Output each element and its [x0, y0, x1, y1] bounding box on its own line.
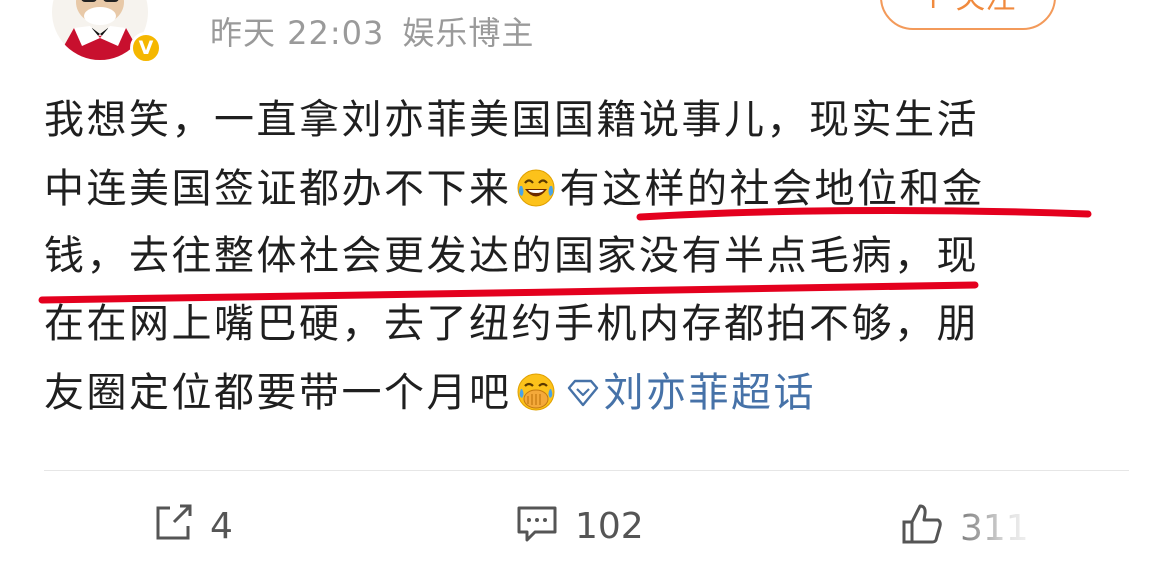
- post-source[interactable]: 娱乐博主: [402, 14, 534, 52]
- post-line-3: 钱，去往整体社会更发达的国家没有半点毛病，现: [44, 233, 979, 279]
- post-text: 我想笑，一直拿刘亦菲美国国籍说事儿，现实生活 中连美国签证都办不下来 有这样的社…: [44, 100, 1144, 440]
- post-meta: 昨天 22:03 娱乐博主: [210, 8, 534, 54]
- comment-button[interactable]: 102: [515, 502, 644, 548]
- post-line-5-text: 友圈定位都要带一个月吧: [44, 370, 512, 416]
- post-line-2: 中连美国签证都办不下来 有这样的社会地位和金: [44, 168, 1144, 236]
- verified-badge-icon: V: [130, 32, 162, 64]
- thumbs-up-icon: [902, 504, 942, 544]
- share-count: 4: [210, 506, 233, 547]
- post-line-2-end: 有这样的社会地位和金: [559, 166, 985, 212]
- watermark-overlay: [940, 498, 1060, 554]
- post-line-1: 我想笑，一直拿刘亦菲美国国籍说事儿，现实生活: [44, 97, 979, 143]
- follow-button[interactable]: + 关注: [880, 0, 1056, 30]
- post-line-2-start: 中连美国签证都办不下来: [44, 166, 512, 212]
- footer-divider: [44, 470, 1129, 471]
- laughing-crying-emoji: [517, 169, 554, 207]
- covering-mouth-emoji: [517, 373, 554, 411]
- topic-link[interactable]: 刘亦菲超话: [560, 370, 817, 416]
- post-line-5: 友圈定位都要带一个月吧 刘亦菲超话: [44, 372, 1144, 440]
- post-time: 昨天 22:03: [210, 14, 385, 52]
- share-icon: [156, 504, 192, 540]
- comment-icon: [517, 506, 557, 542]
- comment-count: 102: [575, 506, 644, 547]
- post-line-4: 在在网上嘴巴硬，去了纽约手机内存都拍不够，朋: [44, 301, 979, 347]
- topic-link-label: 刘亦菲超话: [603, 370, 816, 416]
- share-button[interactable]: 4: [152, 502, 233, 548]
- weibo-post-card: V 昨天 22:03 娱乐博主 + 关注 我想笑，一直拿刘亦菲美国国籍说事儿，现实…: [0, 0, 1169, 567]
- diamond-icon: [567, 379, 598, 407]
